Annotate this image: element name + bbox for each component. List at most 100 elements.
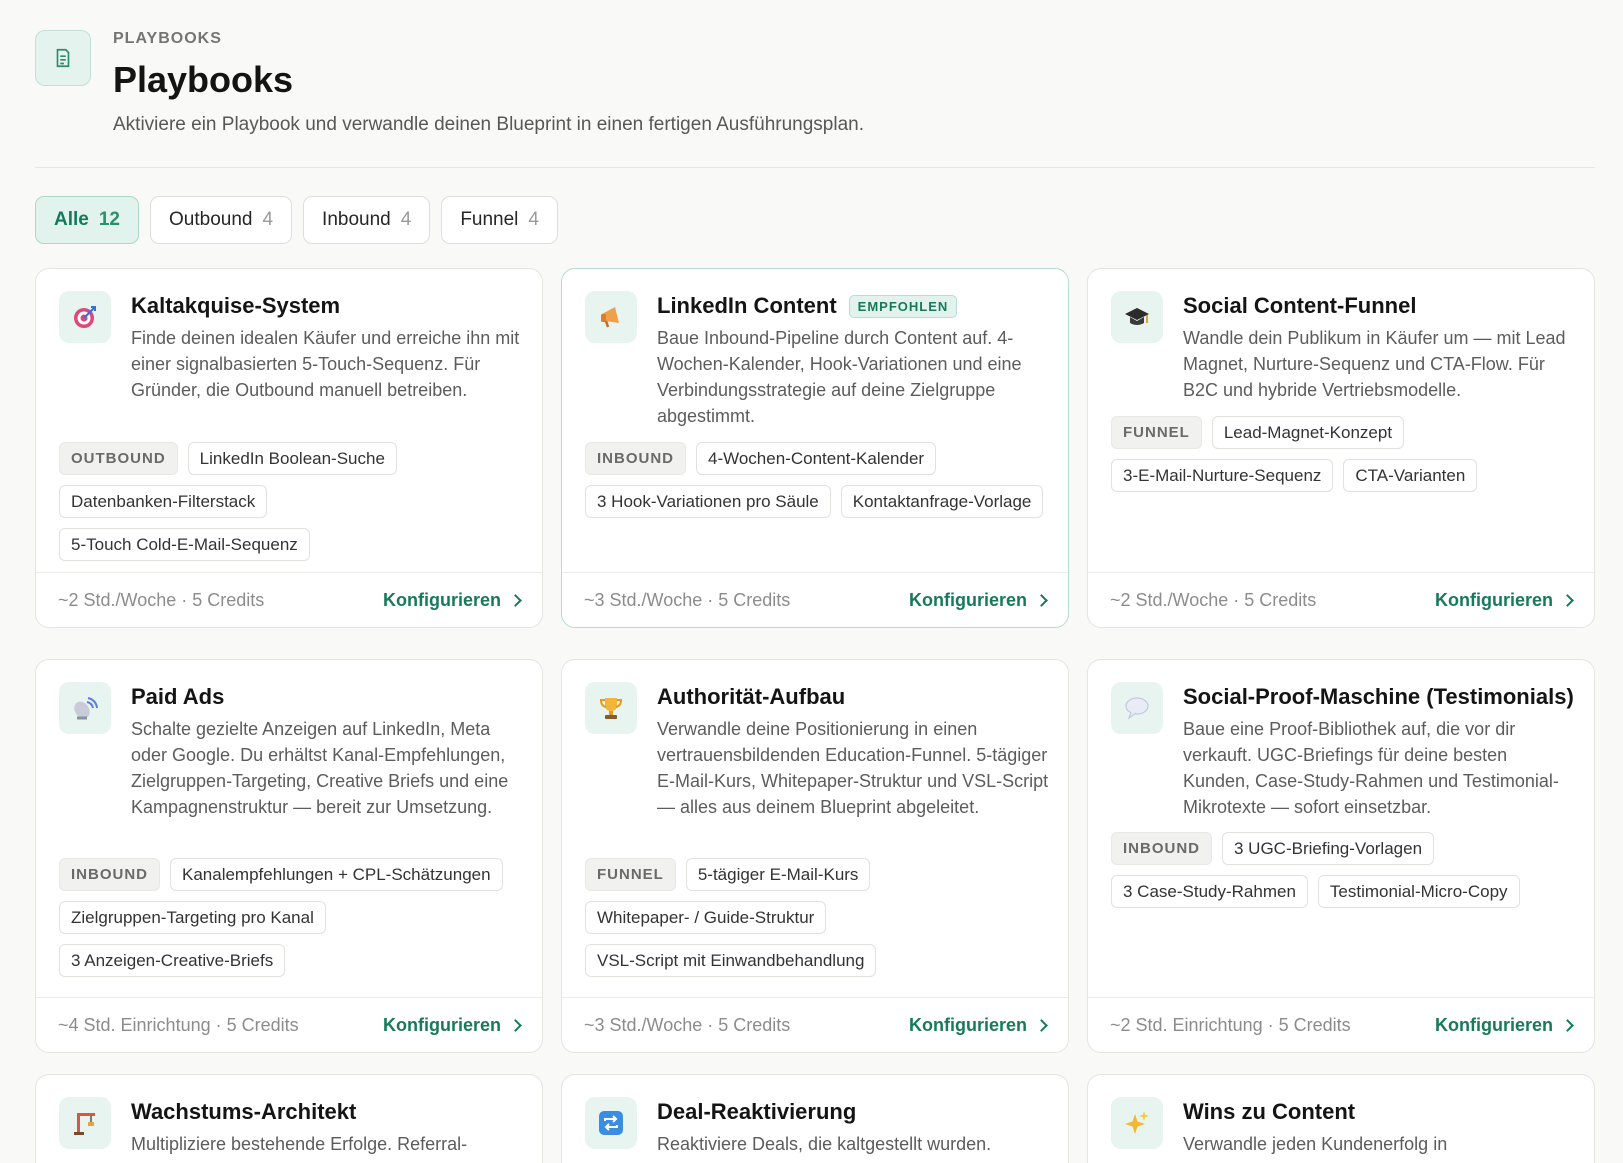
category-tag: INBOUND — [59, 858, 160, 891]
configure-button[interactable]: Konfigurieren — [382, 1014, 522, 1036]
card-tags: FUNNEL 5-tägiger E-Mail-Kurs Whitepaper-… — [585, 858, 1050, 977]
chevron-right-icon — [1561, 593, 1574, 607]
chevron-right-icon — [509, 1018, 522, 1032]
feature-tag: 5-tägiger E-Mail-Kurs — [685, 858, 871, 891]
card-description: Finde deinen idealen Käufer und erreiche… — [131, 328, 520, 400]
feature-tag: LinkedIn Boolean-Suche — [187, 442, 397, 475]
configure-button[interactable]: Konfigurieren — [382, 589, 522, 611]
playbook-card-kaltakquise[interactable]: Kaltakquise-System Finde deinen idealen … — [35, 268, 543, 628]
card-meta: ~2 Std./Woche · 5 Credits — [1110, 589, 1317, 610]
filter-chip-funnel[interactable]: Funnel 4 — [441, 196, 558, 244]
card-footer: ~3 Std./Woche · 5 Credits Konfigurieren — [562, 997, 1068, 1052]
card-description: Baue Inbound-Pipeline durch Content auf.… — [657, 328, 1022, 426]
configure-button[interactable]: Konfigurieren — [1434, 1014, 1574, 1036]
feature-tag: VSL-Script mit Einwandbehandlung — [585, 944, 877, 977]
playbook-card-linkedin-content[interactable]: LinkedIn Content EMPFOHLEN Baue Inbound-… — [561, 268, 1069, 628]
card-title: LinkedIn Content — [657, 293, 837, 318]
playbook-card-social-proof[interactable]: Social-Proof-Maschine (Testimonials) Bau… — [1087, 659, 1595, 1053]
card-title: Authorität-Aufbau — [657, 684, 846, 709]
card-footer: ~3 Std./Woche · 5 Credits Konfigurieren — [562, 572, 1068, 627]
card-footer: ~2 Std./Woche · 5 Credits Konfigurieren — [1088, 572, 1594, 627]
card-title: Wins zu Content — [1183, 1099, 1356, 1124]
page-subtitle: Aktiviere ein Playbook und verwandle dei… — [113, 114, 864, 135]
playbook-card-wins-zu-content[interactable]: Wins zu Content Verwandle jeden Kundener… — [1087, 1074, 1595, 1163]
feature-tag: 3 UGC-Briefing-Vorlagen — [1222, 832, 1435, 865]
feature-tag: 3 Hook-Variationen pro Säule — [585, 485, 831, 518]
card-title: Deal-Reaktivierung — [657, 1099, 857, 1124]
filter-bar: Alle 12 Outbound 4 Inbound 4 Funnel 4 — [35, 196, 558, 244]
filter-label: Alle — [54, 209, 89, 230]
document-icon — [35, 30, 91, 86]
card-tags: INBOUND 3 UGC-Briefing-Vorlagen 3 Case-S… — [1111, 832, 1576, 908]
megaphone-icon — [585, 291, 637, 343]
crane-icon — [59, 1097, 111, 1149]
feature-tag: 3 Anzeigen-Creative-Briefs — [59, 944, 286, 977]
configure-button[interactable]: Konfigurieren — [908, 1014, 1048, 1036]
card-title: Social Content-Funnel — [1183, 293, 1417, 318]
card-meta: ~2 Std./Woche · 5 Credits — [58, 589, 265, 610]
card-footer: ~4 Std. Einrichtung · 5 Credits Konfigur… — [36, 997, 542, 1052]
card-title: Wachstums-Architekt — [131, 1099, 357, 1124]
configure-button[interactable]: Konfigurieren — [908, 589, 1048, 611]
card-footer: ~2 Std./Woche · 5 Credits Konfigurieren — [36, 572, 542, 627]
configure-label: Konfigurieren — [382, 1014, 501, 1035]
category-tag: INBOUND — [1111, 832, 1212, 865]
card-meta: ~2 Std. Einrichtung · 5 Credits — [1110, 1014, 1351, 1035]
configure-label: Konfigurieren — [382, 589, 501, 610]
recommended-badge: EMPFOHLEN — [848, 294, 958, 318]
playbook-card-deal-reaktivierung[interactable]: Deal-Reaktivierung Reaktiviere Deals, di… — [561, 1074, 1069, 1163]
feature-tag: Testimonial-Micro-Copy — [1317, 875, 1520, 908]
feature-tag: Kontaktanfrage-Vorlage — [840, 485, 1044, 518]
feature-tag: 3-E-Mail-Nurture-Sequenz — [1111, 459, 1334, 492]
page-title: Playbooks — [113, 59, 294, 100]
playbook-card-wachstums-architekt[interactable]: Wachstums-Architekt Multipliziere besteh… — [35, 1074, 543, 1163]
card-tags: INBOUND 4-Wochen-Content-Kalender 3 Hook… — [585, 442, 1050, 518]
card-footer: ~2 Std. Einrichtung · 5 Credits Konfigur… — [1088, 997, 1594, 1052]
card-description: Baue eine Proof-Bibliothek auf, die vor … — [1183, 719, 1559, 817]
card-description: Reaktiviere Deals, die kaltgestellt wurd… — [657, 1134, 992, 1154]
category-tag: FUNNEL — [1111, 416, 1202, 449]
filter-label: Inbound — [322, 209, 391, 230]
category-tag: OUTBOUND — [59, 442, 178, 475]
satellite-dish-icon — [59, 682, 111, 734]
filter-chip-inbound[interactable]: Inbound 4 — [303, 196, 431, 244]
card-description: Verwandle jeden Kundenerfolg in — [1183, 1134, 1448, 1154]
category-tag: FUNNEL — [585, 858, 676, 891]
filter-label: Outbound — [169, 209, 253, 230]
filter-count: 4 — [528, 209, 539, 230]
configure-button[interactable]: Konfigurieren — [1434, 589, 1574, 611]
configure-label: Konfigurieren — [908, 1014, 1027, 1035]
sparkles-icon — [1111, 1097, 1163, 1149]
configure-label: Konfigurieren — [908, 589, 1027, 610]
card-tags: FUNNEL Lead-Magnet-Konzept 3-E-Mail-Nurt… — [1111, 416, 1576, 492]
card-tags: OUTBOUND LinkedIn Boolean-Suche Datenban… — [59, 442, 524, 561]
feature-tag: 3 Case-Study-Rahmen — [1111, 875, 1308, 908]
playbook-card-social-content-funnel[interactable]: Social Content-Funnel Wandle dein Publik… — [1087, 268, 1595, 628]
card-description: Verwandle deine Positionierung in einen … — [657, 719, 1049, 817]
feature-tag: CTA-Varianten — [1343, 459, 1478, 492]
filter-chip-alle[interactable]: Alle 12 — [35, 196, 139, 244]
filter-label: Funnel — [460, 209, 519, 230]
chevron-right-icon — [1561, 1018, 1574, 1032]
card-description: Wandle dein Publikum in Käufer um — mit … — [1183, 328, 1566, 400]
category-tag: INBOUND — [585, 442, 686, 475]
graduation-cap-icon — [1111, 291, 1163, 343]
playbook-card-authoritaet-aufbau[interactable]: Authorität-Aufbau Verwandle deine Positi… — [561, 659, 1069, 1053]
card-tags: INBOUND Kanalempfehlungen + CPL-Schätzun… — [59, 858, 524, 977]
card-title: Kaltakquise-System — [131, 293, 341, 318]
playbook-card-paid-ads[interactable]: Paid Ads Schalte gezielte Anzeigen auf L… — [35, 659, 543, 1053]
filter-count: 4 — [262, 209, 274, 230]
target-icon — [59, 291, 111, 343]
chevron-right-icon — [509, 593, 522, 607]
feature-tag: Lead-Magnet-Konzept — [1211, 416, 1405, 449]
filter-count: 12 — [98, 209, 120, 230]
chevron-right-icon — [1035, 593, 1048, 607]
trophy-icon — [585, 682, 637, 734]
configure-label: Konfigurieren — [1434, 1014, 1553, 1035]
chevron-right-icon — [1035, 1018, 1048, 1032]
card-title: Social-Proof-Maschine (Testimonials) — [1183, 684, 1574, 709]
card-description: Multipliziere bestehende Erfolge. Referr… — [131, 1134, 468, 1154]
filter-chip-outbound[interactable]: Outbound 4 — [150, 196, 293, 244]
configure-label: Konfigurieren — [1434, 589, 1553, 610]
feature-tag: Datenbanken-Filterstack — [59, 485, 268, 518]
